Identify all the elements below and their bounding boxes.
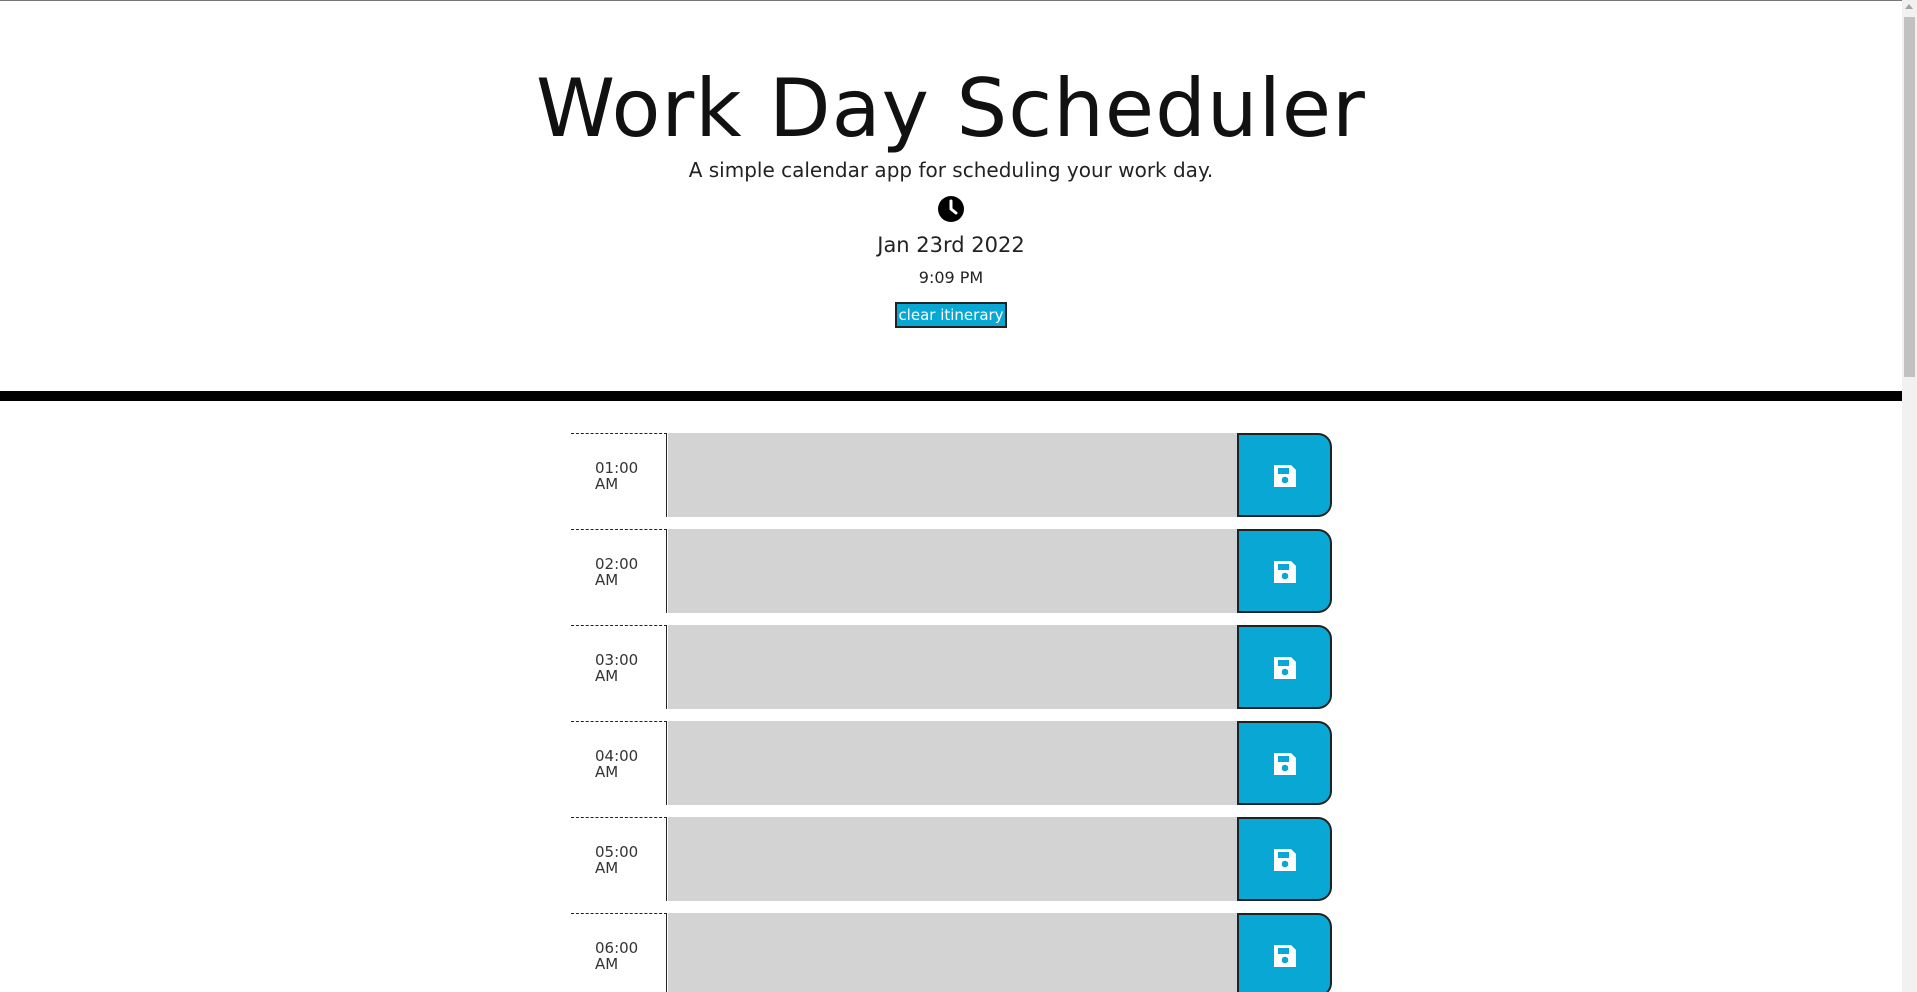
save-icon bbox=[1274, 561, 1296, 583]
header-divider bbox=[0, 391, 1902, 401]
event-textarea[interactable] bbox=[668, 721, 1238, 805]
event-textarea[interactable] bbox=[668, 817, 1238, 901]
save-icon bbox=[1274, 945, 1296, 967]
hour-time: 04:00 bbox=[595, 747, 639, 765]
timeblock-row: 04:00 AM bbox=[571, 721, 1332, 805]
timeblock-row: 02:00 AM bbox=[571, 529, 1332, 613]
timeblock-row: 06:00 AM bbox=[571, 913, 1332, 992]
page: Work Day Scheduler A simple calendar app… bbox=[0, 0, 1917, 992]
hour-time: 01:00 bbox=[595, 459, 639, 477]
hour-time: 03:00 bbox=[595, 651, 639, 669]
event-textarea[interactable] bbox=[668, 625, 1238, 709]
hour-label: 03:00 AM bbox=[571, 625, 667, 709]
timeblock-row: 03:00 AM bbox=[571, 625, 1332, 709]
event-textarea[interactable] bbox=[668, 433, 1238, 517]
current-time: 9:09 PM bbox=[918, 268, 984, 287]
hour-label: 04:00 AM bbox=[571, 721, 667, 805]
hour-time: 05:00 bbox=[595, 843, 639, 861]
event-textarea[interactable] bbox=[668, 529, 1238, 613]
save-button[interactable] bbox=[1237, 625, 1332, 709]
hour-time: 02:00 bbox=[595, 555, 639, 573]
clear-itinerary-button[interactable]: clear itinerary bbox=[895, 302, 1007, 328]
hour-period: AM bbox=[595, 667, 619, 685]
save-icon bbox=[1274, 657, 1296, 679]
hour-period: AM bbox=[595, 571, 619, 589]
hour-label: 01:00 AM bbox=[571, 433, 667, 517]
page-title: Work Day Scheduler bbox=[536, 62, 1366, 155]
vertical-scrollbar[interactable] bbox=[1902, 0, 1917, 992]
hour-label: 05:00 AM bbox=[571, 817, 667, 901]
jumbotron-header: Work Day Scheduler A simple calendar app… bbox=[0, 1, 1902, 391]
scroll-up-arrow-icon[interactable] bbox=[1905, 4, 1913, 9]
current-date: Jan 23rd 2022 bbox=[877, 233, 1025, 257]
timeblock-row: 05:00 AM bbox=[571, 817, 1332, 901]
hour-period: AM bbox=[595, 763, 619, 781]
hour-period: AM bbox=[595, 475, 619, 493]
save-icon bbox=[1274, 465, 1296, 487]
scrollbar-thumb[interactable] bbox=[1904, 17, 1915, 377]
save-button[interactable] bbox=[1237, 529, 1332, 613]
hour-time: 06:00 bbox=[595, 939, 639, 957]
save-button[interactable] bbox=[1237, 817, 1332, 901]
timeblock-row: 01:00 AM bbox=[571, 433, 1332, 517]
save-button[interactable] bbox=[1237, 721, 1332, 805]
save-button[interactable] bbox=[1237, 433, 1332, 517]
clock-icon bbox=[938, 196, 964, 222]
hour-label: 06:00 AM bbox=[571, 913, 667, 992]
hour-period: AM bbox=[595, 955, 619, 973]
page-subtitle: A simple calendar app for scheduling you… bbox=[688, 158, 1214, 182]
save-icon bbox=[1274, 849, 1296, 871]
save-icon bbox=[1274, 753, 1296, 775]
event-textarea[interactable] bbox=[668, 913, 1238, 992]
save-button[interactable] bbox=[1237, 913, 1332, 992]
hour-period: AM bbox=[595, 859, 619, 877]
hour-label: 02:00 AM bbox=[571, 529, 667, 613]
